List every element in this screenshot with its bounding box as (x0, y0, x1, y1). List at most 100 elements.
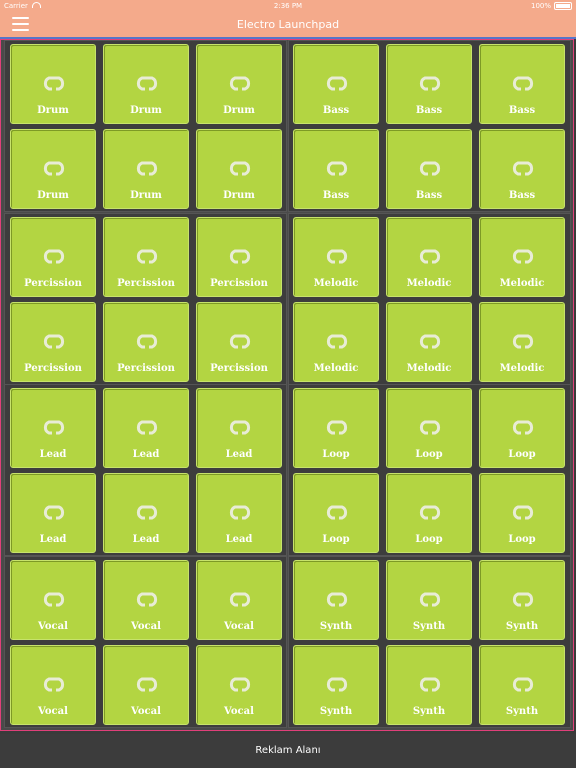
pad-label: Percission (24, 363, 82, 374)
pad-button[interactable]: Percission (10, 217, 96, 297)
pad-button[interactable]: Drum (196, 129, 282, 209)
pad-button[interactable]: Loop (293, 388, 379, 468)
pad-button[interactable]: Vocal (103, 560, 189, 640)
loop-ring-icon (326, 161, 348, 176)
loop-ring-icon (419, 161, 441, 176)
loop-ring-icon (326, 420, 348, 435)
pad-button[interactable]: Percission (10, 302, 96, 382)
pad-label: Melodic (499, 363, 545, 374)
pad-button[interactable]: Bass (479, 44, 565, 124)
pad-label: Synth (412, 621, 446, 632)
pad-button[interactable]: Synth (386, 645, 472, 725)
loop-ring-icon (43, 677, 65, 692)
loop-ring-icon (419, 334, 441, 349)
pad-label: Lead (39, 534, 67, 545)
pad-button[interactable]: Drum (10, 44, 96, 124)
pad-button[interactable]: Loop (479, 473, 565, 553)
loop-ring-icon (512, 420, 534, 435)
pad-button[interactable]: Vocal (10, 560, 96, 640)
loop-ring-icon (43, 592, 65, 607)
loop-ring-icon (326, 505, 348, 520)
pad-label: Percission (117, 363, 175, 374)
loop-ring-icon (43, 249, 65, 264)
pad-button[interactable]: Percission (196, 302, 282, 382)
pad-button[interactable]: Bass (386, 44, 472, 124)
pad-button[interactable]: Vocal (103, 645, 189, 725)
pad-label: Drum (37, 190, 69, 201)
loop-ring-icon (43, 334, 65, 349)
loop-ring-icon (136, 505, 158, 520)
pad-button[interactable]: Drum (103, 44, 189, 124)
pad-button[interactable]: Loop (479, 388, 565, 468)
loop-ring-icon (326, 334, 348, 349)
pad-button[interactable]: Melodic (386, 217, 472, 297)
pad-button[interactable]: Melodic (386, 302, 472, 382)
loop-ring-icon (229, 161, 251, 176)
loop-ring-icon (419, 76, 441, 91)
pad-button[interactable]: Bass (293, 129, 379, 209)
pad-button[interactable]: Percission (103, 302, 189, 382)
pad-label: Bass (508, 105, 536, 116)
pad-label: Loop (415, 534, 443, 545)
pad-button[interactable]: Bass (386, 129, 472, 209)
pad-button[interactable]: Lead (10, 473, 96, 553)
pad-button[interactable]: Loop (386, 388, 472, 468)
loop-ring-icon (136, 249, 158, 264)
pad-button[interactable]: Loop (386, 473, 472, 553)
pad-button[interactable]: Loop (293, 473, 379, 553)
loop-ring-icon (512, 161, 534, 176)
pad-button[interactable]: Synth (479, 560, 565, 640)
pad-label: Melodic (406, 363, 452, 374)
pad-button[interactable]: Synth (293, 560, 379, 640)
pad-button[interactable]: Percission (196, 217, 282, 297)
pad-label: Percission (24, 278, 82, 289)
pad-button[interactable]: Synth (479, 645, 565, 725)
pad-button[interactable]: Lead (196, 473, 282, 553)
pad-label: Bass (322, 190, 350, 201)
pad-button[interactable]: Synth (293, 645, 379, 725)
pad-button[interactable]: Bass (479, 129, 565, 209)
pad-button[interactable]: Lead (196, 388, 282, 468)
pad-button[interactable]: Melodic (479, 217, 565, 297)
loop-ring-icon (419, 249, 441, 264)
pad-label: Bass (415, 190, 443, 201)
pad-button[interactable]: Melodic (293, 302, 379, 382)
pad-button[interactable]: Drum (10, 129, 96, 209)
pad-label: Loop (415, 449, 443, 460)
loop-ring-icon (326, 249, 348, 264)
loop-ring-icon (512, 505, 534, 520)
loop-ring-icon (229, 249, 251, 264)
pad-label: Synth (319, 706, 353, 717)
pad-button[interactable]: Synth (386, 560, 472, 640)
pad-label: Synth (319, 621, 353, 632)
pad-label: Vocal (38, 621, 68, 632)
pad-label: Drum (130, 190, 162, 201)
pad-button[interactable]: Drum (196, 44, 282, 124)
pad-button[interactable]: Drum (103, 129, 189, 209)
pad-button[interactable]: Melodic (479, 302, 565, 382)
pad-button[interactable]: Bass (293, 44, 379, 124)
loop-ring-icon (419, 592, 441, 607)
pad-label: Vocal (131, 621, 161, 632)
launchpad-grid: Drum Drum Drum Bass Bass Bass Drum Drum Drum Bass… (0, 39, 574, 731)
pad-button[interactable]: Melodic (293, 217, 379, 297)
pad-button[interactable]: Vocal (10, 645, 96, 725)
ad-banner: Reklam Alanı (0, 734, 576, 768)
pad-button[interactable]: Vocal (196, 560, 282, 640)
loop-ring-icon (229, 334, 251, 349)
loop-ring-icon (136, 592, 158, 607)
loop-ring-icon (43, 76, 65, 91)
pad-button[interactable]: Lead (10, 388, 96, 468)
loop-ring-icon (512, 76, 534, 91)
loop-ring-icon (229, 76, 251, 91)
pad-button[interactable]: Percission (103, 217, 189, 297)
pad-label: Melodic (313, 278, 359, 289)
loop-ring-icon (326, 76, 348, 91)
pad-label: Vocal (224, 621, 254, 632)
pad-button[interactable]: Vocal (196, 645, 282, 725)
pad-button[interactable]: Lead (103, 388, 189, 468)
pad-label: Lead (132, 449, 160, 460)
pad-label: Bass (508, 190, 536, 201)
pad-button[interactable]: Lead (103, 473, 189, 553)
nav-bar: Electro Launchpad (0, 12, 576, 39)
